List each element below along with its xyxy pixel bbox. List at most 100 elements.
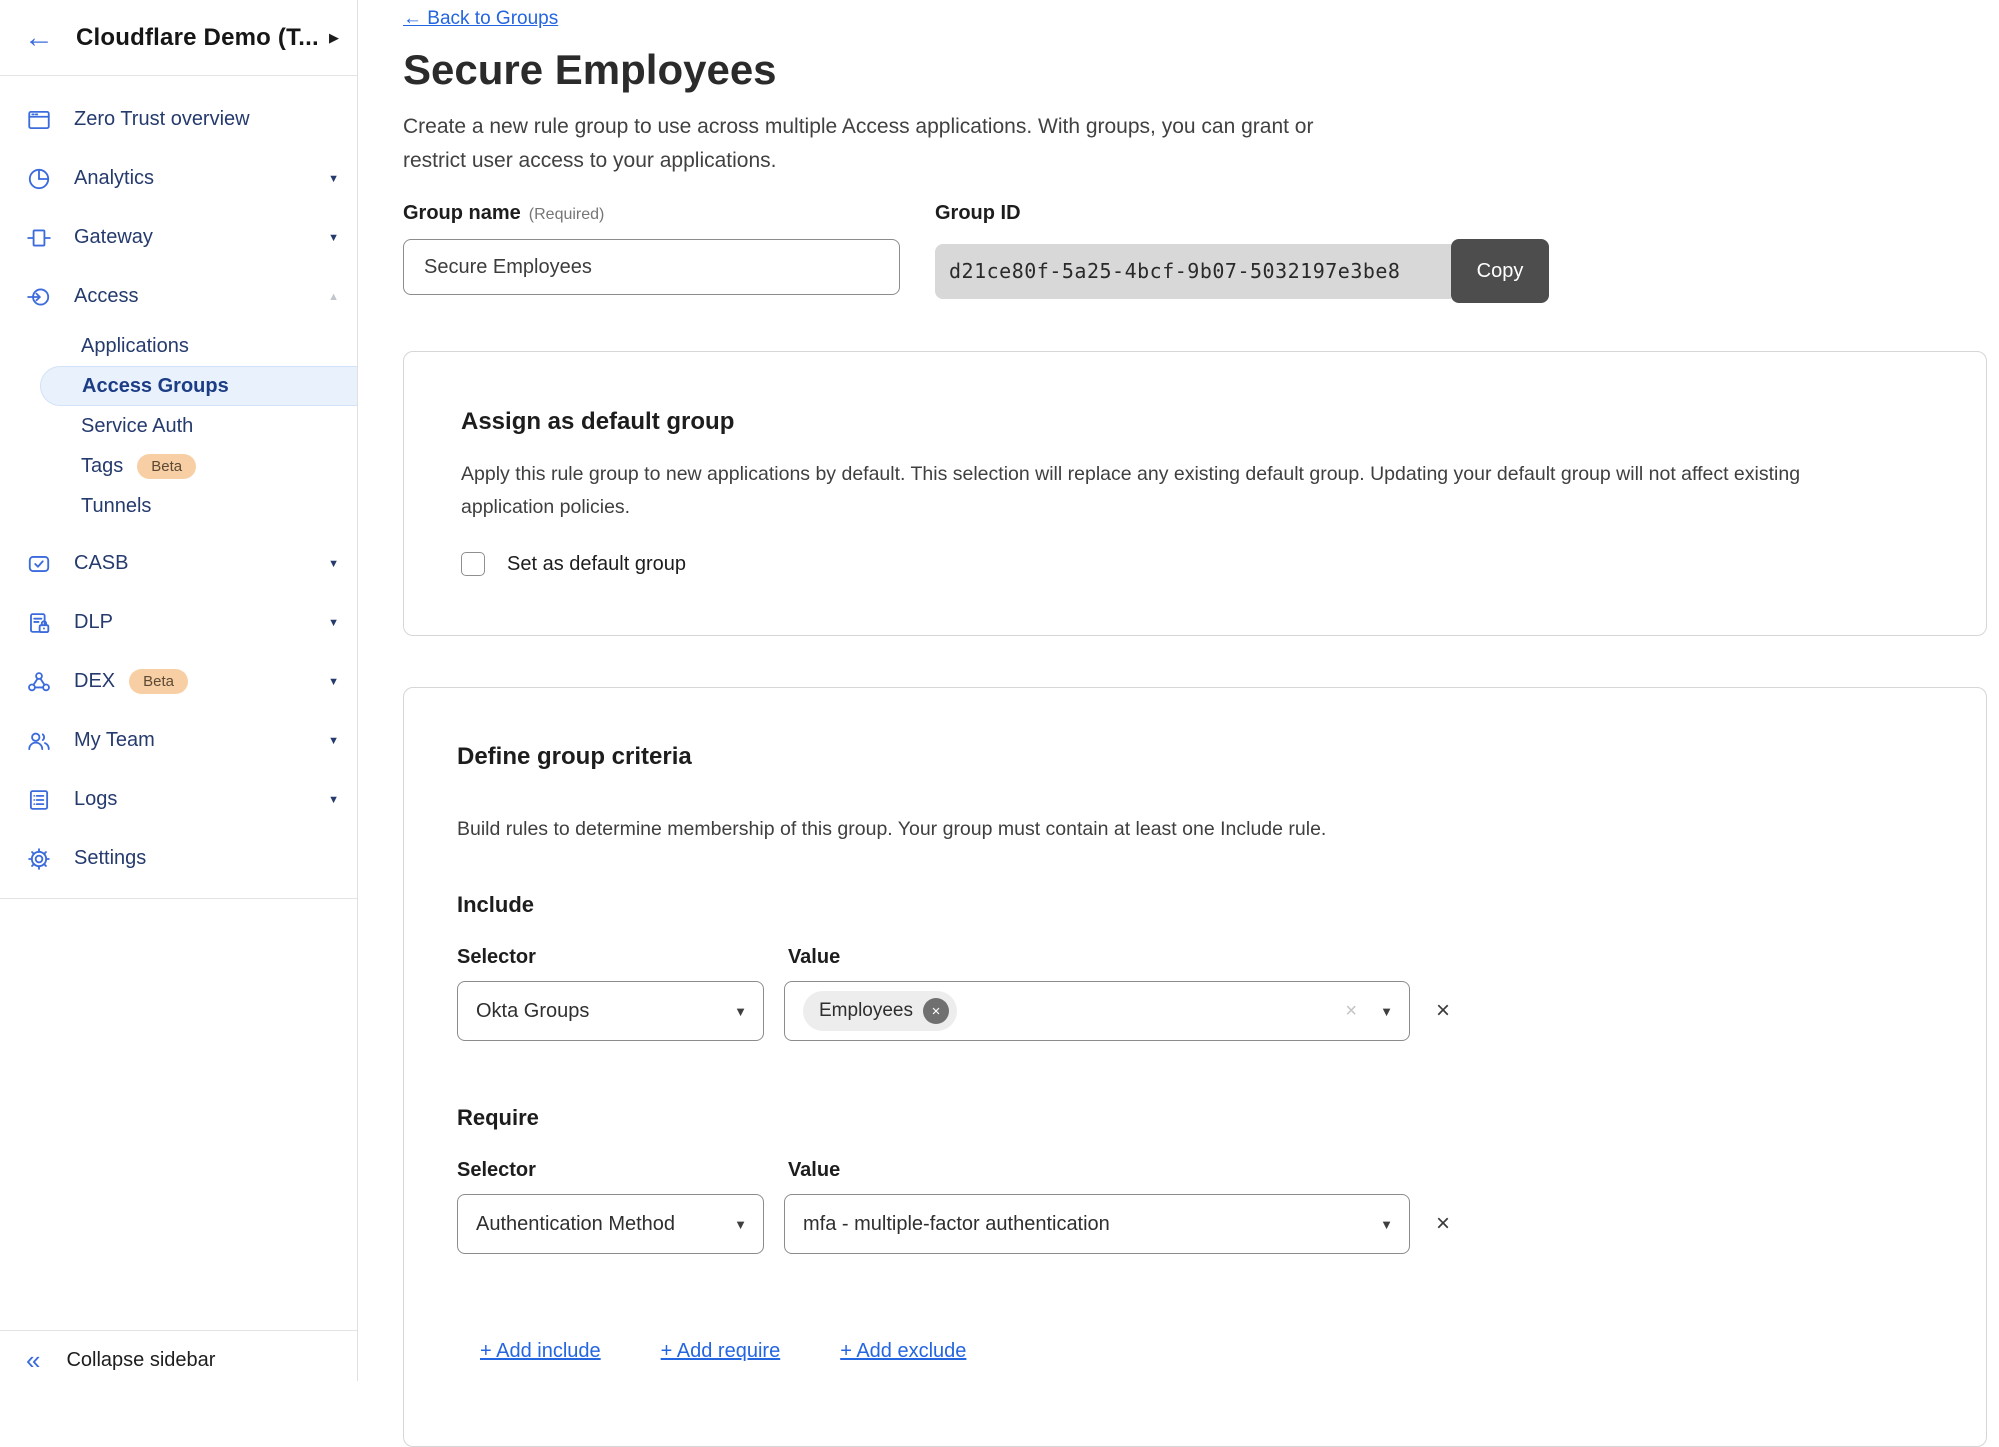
caret-right-icon[interactable]: ▶ <box>329 30 339 46</box>
sidebar-item-tags[interactable]: Tags Beta <box>0 446 357 486</box>
chevron-down-icon[interactable]: ▼ <box>328 617 339 629</box>
sidebar-item-label: DLP <box>74 611 113 634</box>
dex-icon <box>26 669 52 695</box>
sidebar-item-casb[interactable]: CASB ▼ <box>0 534 357 593</box>
sidebar: ← Cloudflare Demo (T... ▶ Zero Trust ove… <box>0 0 358 1381</box>
sidebar-divider <box>0 898 357 899</box>
sidebar-item-applications[interactable]: Applications <box>0 326 357 366</box>
group-id-field-group: Group ID d21ce80f-5a25-4bcf-9b07-5032197… <box>935 202 1549 303</box>
chevron-down-icon[interactable]: ▼ <box>328 232 339 244</box>
sidebar-item-label: Analytics <box>74 167 154 190</box>
require-value-text: mfa - multiple-factor authentication <box>803 1213 1110 1236</box>
sidebar-item-label: Tags <box>81 455 123 478</box>
collapse-sidebar-button[interactable]: « Collapse sidebar <box>0 1330 357 1373</box>
sidebar-item-label: Settings <box>74 847 146 870</box>
value-label: Value <box>788 1159 840 1182</box>
include-value-multiselect[interactable]: Employees × × ▼ <box>784 981 1410 1041</box>
chevron-down-icon[interactable]: ▼ <box>328 676 339 688</box>
beta-badge: Beta <box>137 454 196 479</box>
include-selector-dropdown[interactable]: Okta Groups ▼ <box>457 981 764 1041</box>
sidebar-item-label: Tunnels <box>81 495 151 518</box>
group-id-value: d21ce80f-5a25-4bcf-9b07-5032197e3be8 <box>935 244 1451 299</box>
chevron-down-icon[interactable]: ▼ <box>328 173 339 185</box>
group-name-field-group: Group name (Required) <box>403 202 900 303</box>
clear-icon[interactable]: × <box>1345 1000 1357 1023</box>
default-group-card: Assign as default group Apply this rule … <box>403 351 1987 636</box>
gateway-icon <box>26 225 52 251</box>
chevron-down-icon[interactable]: ▼ <box>328 794 339 806</box>
back-arrow-icon[interactable]: ← <box>24 23 54 53</box>
page-title: Secure Employees <box>403 46 1987 94</box>
sidebar-item-label: DEX <box>74 670 115 693</box>
sidebar-item-access-groups[interactable]: Access Groups <box>40 366 357 406</box>
remove-include-rule-icon[interactable]: × <box>1436 999 1450 1023</box>
value-chip: Employees × <box>803 991 957 1031</box>
access-icon <box>26 284 52 310</box>
group-name-label: Group name <box>403 202 521 224</box>
group-name-input[interactable] <box>403 239 900 295</box>
require-selector-value: Authentication Method <box>476 1213 675 1236</box>
value-label: Value <box>788 946 840 969</box>
sidebar-item-access[interactable]: Access ▲ <box>0 267 357 326</box>
casb-icon <box>26 551 52 577</box>
selector-label: Selector <box>457 946 536 969</box>
add-include-link[interactable]: + Add include <box>480 1340 601 1363</box>
pie-chart-icon <box>26 166 52 192</box>
sidebar-item-label: My Team <box>74 729 155 752</box>
team-icon <box>26 728 52 754</box>
copy-button[interactable]: Copy <box>1451 239 1549 303</box>
sidebar-header: ← Cloudflare Demo (T... ▶ <box>0 0 357 76</box>
sidebar-item-tunnels[interactable]: Tunnels <box>0 486 357 526</box>
sidebar-item-label: Gateway <box>74 226 153 249</box>
sidebar-item-label: Service Auth <box>81 415 193 438</box>
chevron-down-icon: ▼ <box>734 1004 747 1019</box>
include-column-labels: Selector Value <box>457 946 1929 969</box>
chip-remove-icon[interactable]: × <box>923 998 949 1024</box>
require-rule-row: Authentication Method ▼ mfa - multiple-f… <box>457 1194 1929 1254</box>
sidebar-item-label: Logs <box>74 788 117 811</box>
require-selector-dropdown[interactable]: Authentication Method ▼ <box>457 1194 764 1254</box>
sidebar-item-settings[interactable]: Settings <box>0 829 357 888</box>
chevron-down-icon[interactable]: ▼ <box>328 558 339 570</box>
sidebar-item-my-team[interactable]: My Team ▼ <box>0 711 357 770</box>
window-icon <box>26 107 52 133</box>
criteria-card-title: Define group criteria <box>457 743 1929 771</box>
sidebar-nav: Zero Trust overview Analytics ▼ Gateway … <box>0 76 357 899</box>
criteria-card: Define group criteria Build rules to det… <box>403 687 1987 1447</box>
gear-icon <box>26 846 52 872</box>
add-require-link[interactable]: + Add require <box>661 1340 781 1363</box>
include-selector-value: Okta Groups <box>476 1000 589 1023</box>
include-rule-row: Okta Groups ▼ Employees × × ▼ × <box>457 981 1929 1041</box>
default-group-card-title: Assign as default group <box>461 408 1929 436</box>
add-rule-links: + Add include + Add require + Add exclud… <box>457 1340 1929 1363</box>
sidebar-item-analytics[interactable]: Analytics ▼ <box>0 149 357 208</box>
default-group-checkbox-row: Set as default group <box>461 552 1929 576</box>
main-content: ← Back to Groups Secure Employees Create… <box>358 0 1999 1381</box>
selector-label: Selector <box>457 1159 536 1182</box>
double-chevron-left-icon: « <box>26 1347 40 1373</box>
group-id-label: Group ID <box>935 202 1021 224</box>
sidebar-item-service-auth[interactable]: Service Auth <box>0 406 357 446</box>
chevron-down-icon: ▼ <box>734 1217 747 1232</box>
required-hint: (Required) <box>529 206 605 223</box>
sidebar-item-logs[interactable]: Logs ▼ <box>0 770 357 829</box>
sidebar-item-zero-trust-overview[interactable]: Zero Trust overview <box>0 90 357 149</box>
chevron-up-icon[interactable]: ▲ <box>328 291 339 303</box>
set-default-checkbox[interactable] <box>461 552 485 576</box>
sidebar-item-gateway[interactable]: Gateway ▼ <box>0 208 357 267</box>
sidebar-item-label: Access Groups <box>82 375 229 398</box>
add-exclude-link[interactable]: + Add exclude <box>840 1340 966 1363</box>
sidebar-item-dex[interactable]: DEX Beta ▼ <box>0 652 357 711</box>
account-name[interactable]: Cloudflare Demo (T... <box>76 24 323 52</box>
group-meta-row: Group name (Required) Group ID d21ce80f-5… <box>403 202 1987 303</box>
back-to-groups-link[interactable]: ← Back to Groups <box>403 8 558 30</box>
include-heading: Include <box>457 892 1929 918</box>
require-value-dropdown[interactable]: mfa - multiple-factor authentication ▼ <box>784 1194 1410 1254</box>
remove-require-rule-icon[interactable]: × <box>1436 1212 1450 1236</box>
sidebar-item-dlp[interactable]: DLP ▼ <box>0 593 357 652</box>
sidebar-item-label: CASB <box>74 552 128 575</box>
collapse-sidebar-label: Collapse sidebar <box>66 1349 215 1372</box>
criteria-card-description: Build rules to determine membership of t… <box>457 813 1882 846</box>
sidebar-item-label: Access <box>74 285 138 308</box>
chevron-down-icon[interactable]: ▼ <box>328 735 339 747</box>
